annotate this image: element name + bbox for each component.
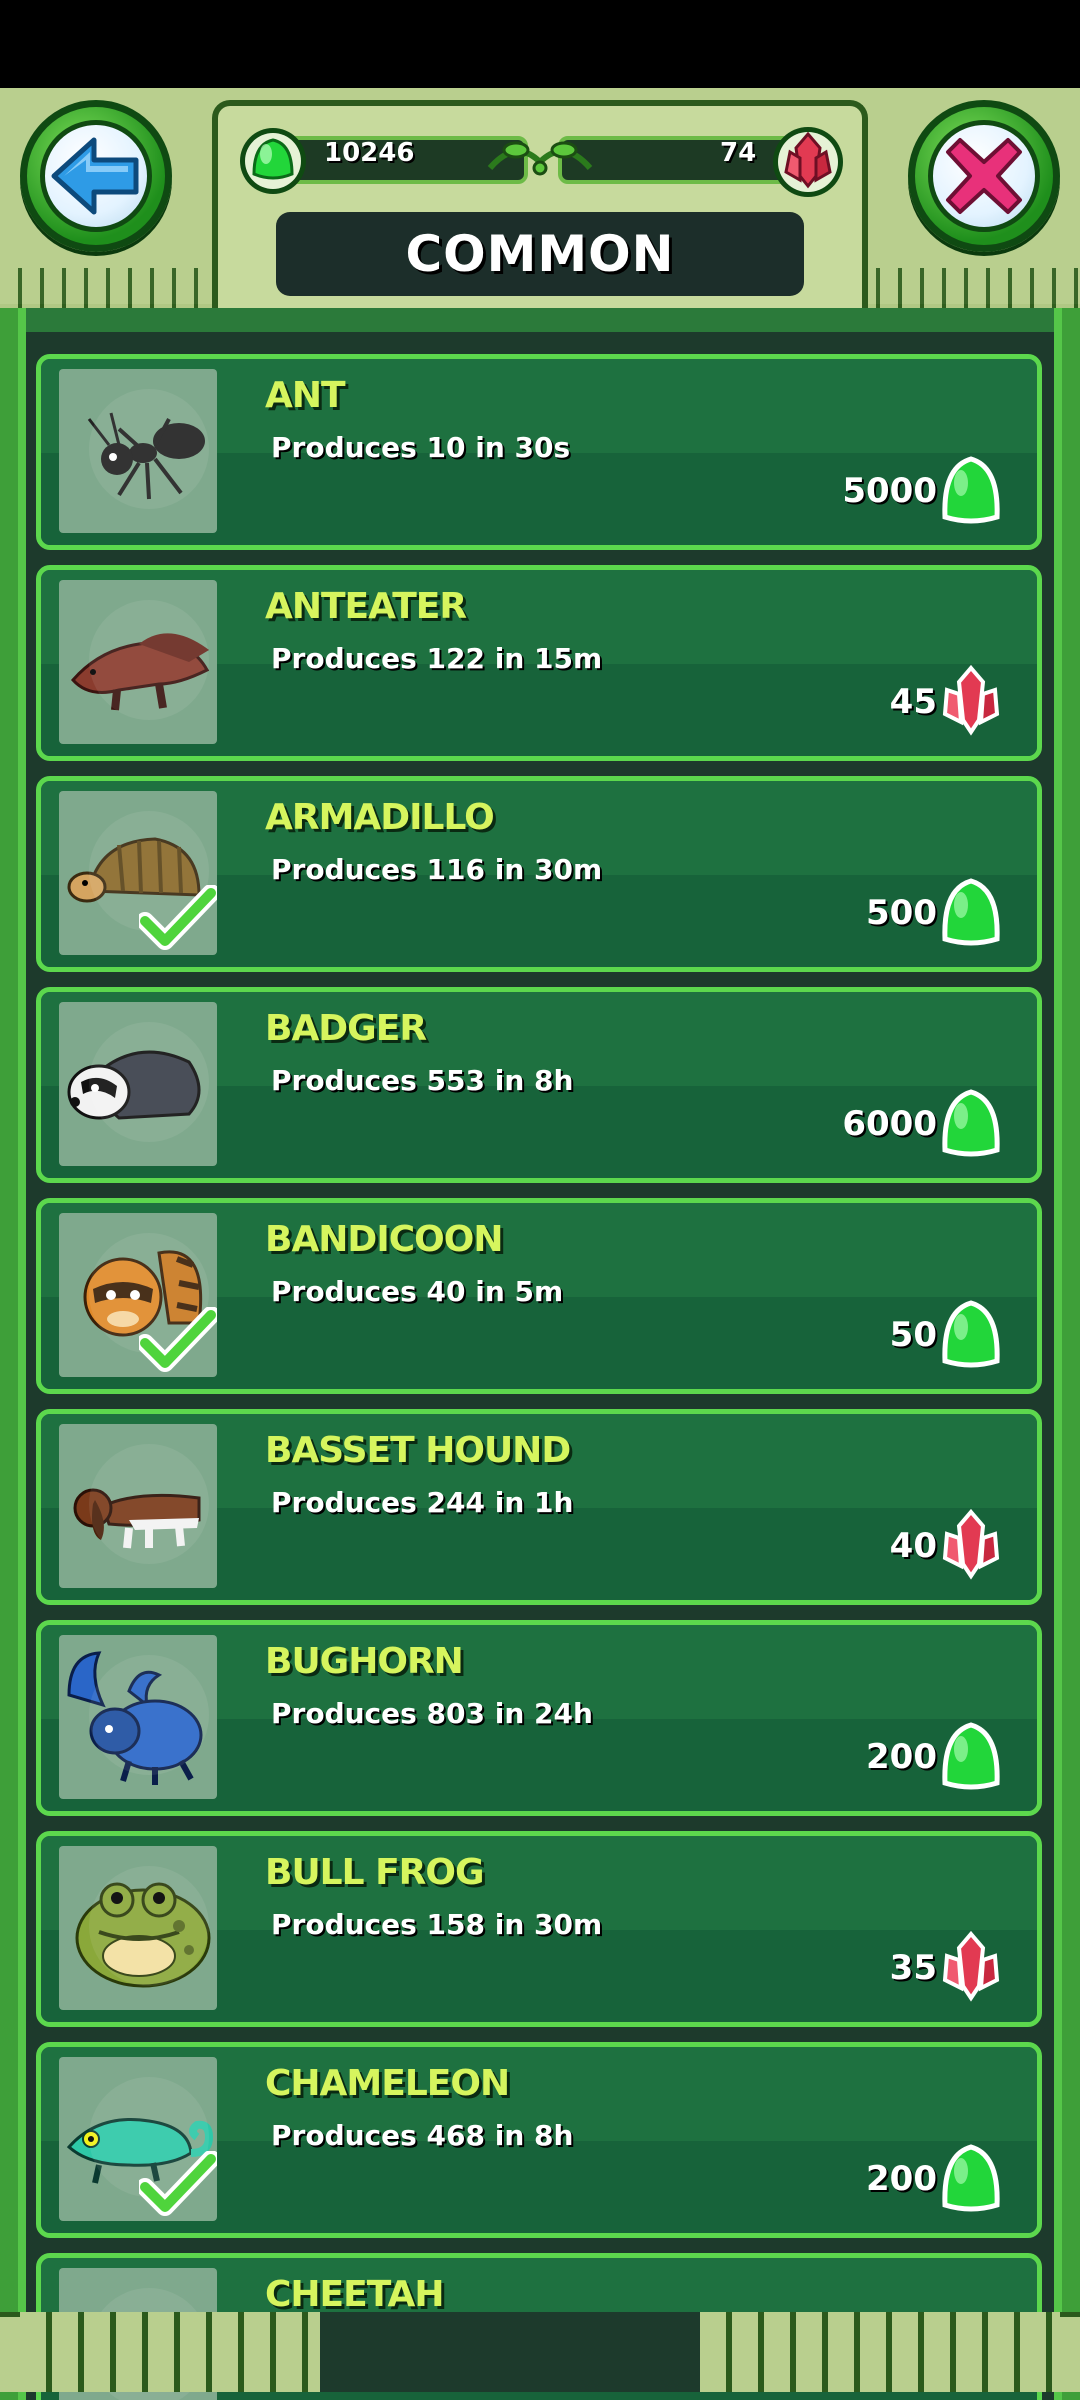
creature-production: Produces 803 in 24h	[271, 1697, 593, 1730]
creature-price: 200	[866, 1737, 937, 1777]
back-button[interactable]	[20, 100, 172, 252]
page-title: COMMON	[405, 225, 675, 283]
creature-card[interactable]: BUGHORN Produces 803 in 24h 200	[36, 1620, 1042, 1816]
creature-name: BADGER	[265, 1008, 427, 1049]
owned-check-icon	[139, 2151, 217, 2216]
creature-production: Produces 40 in 5m	[271, 1275, 564, 1308]
owned-check-icon	[139, 1307, 217, 1372]
creature-price: 200	[866, 2159, 937, 2199]
creature-production: Produces 116 in 30m	[271, 853, 603, 886]
creature-card[interactable]: BASSET HOUND Produces 244 in 1h 40	[36, 1409, 1042, 1605]
footer-decoration	[0, 2256, 1080, 2400]
creature-price: 5000	[842, 471, 937, 511]
owned-check-icon	[139, 885, 217, 950]
creature-production: Produces 158 in 30m	[271, 1908, 603, 1941]
creature-price: 500	[866, 893, 937, 933]
category-title-plate: COMMON	[276, 212, 804, 296]
creature-card[interactable]: BANDICOON Produces 40 in 5m 50	[36, 1198, 1042, 1394]
creature-price: 40	[889, 1526, 937, 1566]
green-gem-icon	[942, 456, 1000, 524]
creature-card[interactable]: BADGER Produces 553 in 8h 6000	[36, 987, 1042, 1183]
green-gem-icon	[942, 1722, 1000, 1790]
creature-card[interactable]: ARMADILLO Produces 116 in 30m 500	[36, 776, 1042, 972]
creature-price: 6000	[842, 1104, 937, 1144]
back-arrow-icon	[51, 137, 139, 215]
green-gem-icon	[240, 128, 306, 194]
badger-image	[59, 1002, 217, 1166]
anteater-image	[59, 580, 217, 744]
bughorn-image	[59, 1635, 217, 1799]
creature-price: 35	[889, 1948, 937, 1988]
red-crystal-icon	[942, 1930, 1000, 2002]
green-gem-icon	[942, 878, 1000, 946]
creature-name: BULL FROG	[265, 1852, 485, 1893]
close-button[interactable]	[908, 100, 1060, 252]
green-gem-icon	[942, 1089, 1000, 1157]
creature-name: BUGHORN	[265, 1641, 464, 1682]
creature-name: ANTEATER	[265, 586, 467, 627]
ant-image	[59, 369, 217, 533]
close-x-icon	[946, 138, 1022, 214]
creature-name: BASSET HOUND	[265, 1430, 571, 1471]
creature-name: BANDICOON	[265, 1219, 503, 1260]
green-gem-icon	[942, 1300, 1000, 1368]
creature-card[interactable]: ANT Produces 10 in 30s 5000	[36, 354, 1042, 550]
creature-price: 50	[889, 1315, 937, 1355]
creature-production: Produces 468 in 8h	[271, 2119, 574, 2152]
creature-price: 45	[889, 682, 937, 722]
currency-bar: 10246 74	[238, 127, 843, 197]
green-gem-icon	[942, 2144, 1000, 2212]
creature-production: Produces 10 in 30s	[271, 431, 571, 464]
creature-production: Produces 553 in 8h	[271, 1064, 574, 1097]
creature-name: CHAMELEON	[265, 2063, 510, 2104]
creature-production: Produces 122 in 15m	[271, 642, 603, 675]
creature-name: ARMADILLO	[265, 797, 495, 838]
creature-name: ANT	[265, 375, 346, 416]
red-crystal-icon	[942, 1508, 1000, 1580]
vine-ornament-icon	[487, 141, 593, 176]
creature-production: Produces 244 in 1h	[271, 1486, 574, 1519]
red-crystal-icon	[942, 664, 1000, 736]
gem-count: 10246	[324, 138, 415, 168]
basset-hound-image	[59, 1424, 217, 1588]
status-bar	[0, 0, 1080, 88]
bull-frog-image	[59, 1846, 217, 2010]
creature-card[interactable]: CHAMELEON Produces 468 in 8h 200	[36, 2042, 1042, 2238]
crystal-count: 74	[720, 138, 757, 168]
creature-card[interactable]: BULL FROG Produces 158 in 30m 35	[36, 1831, 1042, 2027]
red-crystal-icon	[773, 127, 843, 197]
creature-card[interactable]: ANTEATER Produces 122 in 15m 45	[36, 565, 1042, 761]
